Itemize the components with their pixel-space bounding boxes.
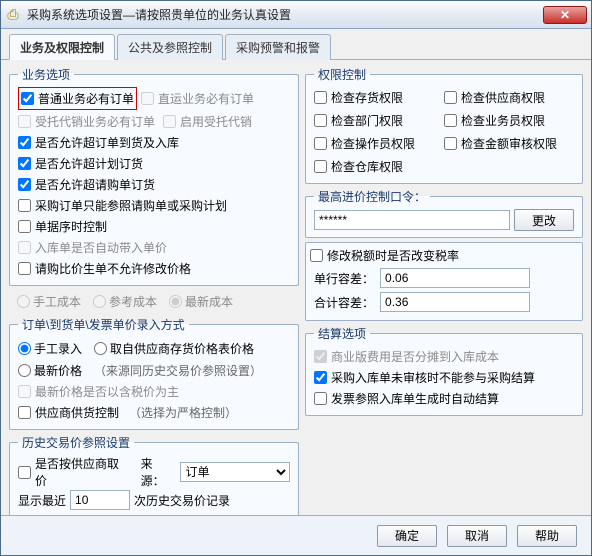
source-label: 来源： [141,455,177,489]
chk-autoprice[interactable]: 入库单是否自动带入单价 [18,237,290,258]
window-title: 采购系统选项设置—请按照贵单位的业务认真设置 [27,6,543,23]
group-perm: 权限控制 检查存货权限 检查供应商权限 检查部门权限 检查业务员权限 检查操作员… [305,66,583,184]
chk-allow-over-req[interactable]: 是否允许超请购单订货 [18,174,290,195]
chk-perm-staff[interactable]: 检查业务员权限 [444,110,574,131]
chk-normal-order[interactable]: 普通业务必有订单 [21,88,134,109]
group-pwd: 最高进价控制口令： 更改 [305,188,583,238]
radio-latest-price[interactable]: 最新价格 [18,362,82,379]
chk-tax-first[interactable]: 最新价格是否以含税价为主 [18,381,290,402]
group-settle-legend: 结算选项 [314,325,370,342]
pwd-input[interactable] [314,210,510,230]
chk-daili-order[interactable]: 受托代销业务必有订单 [18,111,155,132]
sum-tol-label: 合计容差： [314,294,374,311]
radio-stock-price[interactable]: 取自供应商存货价格表价格 [94,340,254,357]
chk-auto-settle[interactable]: 发票参照入库单生成时自动结算 [314,388,574,409]
radio-ref-cost: 参考成本 [93,293,157,310]
recent-label-a: 显示最近 [18,492,66,509]
latest-price-note: （来源同历史交易价参照设置） [94,362,262,379]
chk-allow-over-plan[interactable]: 是否允许超计划订货 [18,153,290,174]
chk-by-supplier[interactable]: 是否按供应商取价 [18,455,131,489]
unit-tol-label: 单行容差： [314,270,374,287]
radio-manual-cost: 手工成本 [17,293,81,310]
chk-share-cost[interactable]: 商业版费用是否分摊到入库成本 [314,346,574,367]
chk-perm-amount[interactable]: 检查金额审核权限 [444,133,574,154]
chk-enable-daili[interactable]: 启用受托代销 [163,111,252,132]
group-settle: 结算选项 商业版费用是否分摊到入库成本 采购入库单未审核时不能参与采购结算 发票… [305,325,583,416]
chk-noedit[interactable]: 请购比价生单不允许修改价格 [18,258,290,279]
chk-seq[interactable]: 单据序时控制 [18,216,290,237]
help-button[interactable]: 帮助 [517,525,577,547]
group-tax: 修改税额时是否改变税率 单行容差： 合计容差： [305,242,583,321]
tab-public[interactable]: 公共及参照控制 [117,34,223,60]
chk-supplier-ctrl[interactable]: 供应商供货控制（选择为严格控制） [18,402,290,423]
chk-tax-change[interactable]: 修改税额时是否改变税率 [310,245,574,266]
chk-perm-wh[interactable]: 检查仓库权限 [314,156,444,177]
chk-only-ref[interactable]: 采购订单只能参照请购单或采购计划 [18,195,290,216]
tab-alert[interactable]: 采购预警和报警 [225,34,331,60]
ok-button[interactable]: 确定 [377,525,437,547]
radio-manual-price[interactable]: 手工录入 [18,340,82,357]
chk-allow-over-in[interactable]: 是否允许超订单到货及入库 [18,132,290,153]
app-icon: ⎙ [5,7,21,23]
close-button[interactable]: ✕ [543,6,587,24]
pwd-change-button[interactable]: 更改 [514,209,574,231]
tab-bar: 业务及权限控制 公共及参照控制 采购预警和报警 [1,29,591,60]
group-history-legend: 历史交易价参照设置 [18,434,134,451]
group-price-entry-legend: 订单\到货单\发票单价录入方式 [18,316,189,333]
radio-latest-cost: 最新成本 [169,293,233,310]
recent-input[interactable] [70,490,130,510]
tab-biz[interactable]: 业务及权限控制 [9,34,115,60]
dialog: ⎙ 采购系统选项设置—请按照贵单位的业务认真设置 ✕ 业务及权限控制 公共及参照… [0,0,592,556]
chk-perm-supplier[interactable]: 检查供应商权限 [444,87,574,108]
source-select[interactable]: 订单 [180,462,290,482]
group-perm-legend: 权限控制 [314,66,370,83]
group-biz-legend: 业务选项 [18,66,74,83]
footer: 确定 取消 帮助 [1,515,591,555]
chk-unaudited[interactable]: 采购入库单未审核时不能参与采购结算 [314,367,574,388]
group-pwd-legend: 最高进价控制口令： [314,188,430,205]
unit-tol-input[interactable] [380,268,530,288]
recent-label-b: 次历史交易价记录 [134,492,230,509]
chk-perm-oper[interactable]: 检查操作员权限 [314,133,444,154]
group-history: 历史交易价参照设置 是否按供应商取价 来源： 订单 显示最近 次历史交易价记录 [9,434,299,518]
cancel-button[interactable]: 取消 [447,525,507,547]
titlebar: ⎙ 采购系统选项设置—请按照贵单位的业务认真设置 ✕ [1,1,591,29]
group-biz: 业务选项 普通业务必有订单 直运业务必有订单 受托代销业务必有订单 启用受托代销… [9,66,299,286]
chk-direct-order[interactable]: 直运业务必有订单 [141,88,254,109]
chk-perm-dept[interactable]: 检查部门权限 [314,110,444,131]
chk-perm-stock[interactable]: 检查存货权限 [314,87,444,108]
group-price-entry: 订单\到货单\发票单价录入方式 手工录入 取自供应商存货价格表价格 最新价格 （… [9,316,299,430]
sum-tol-input[interactable] [380,292,530,312]
